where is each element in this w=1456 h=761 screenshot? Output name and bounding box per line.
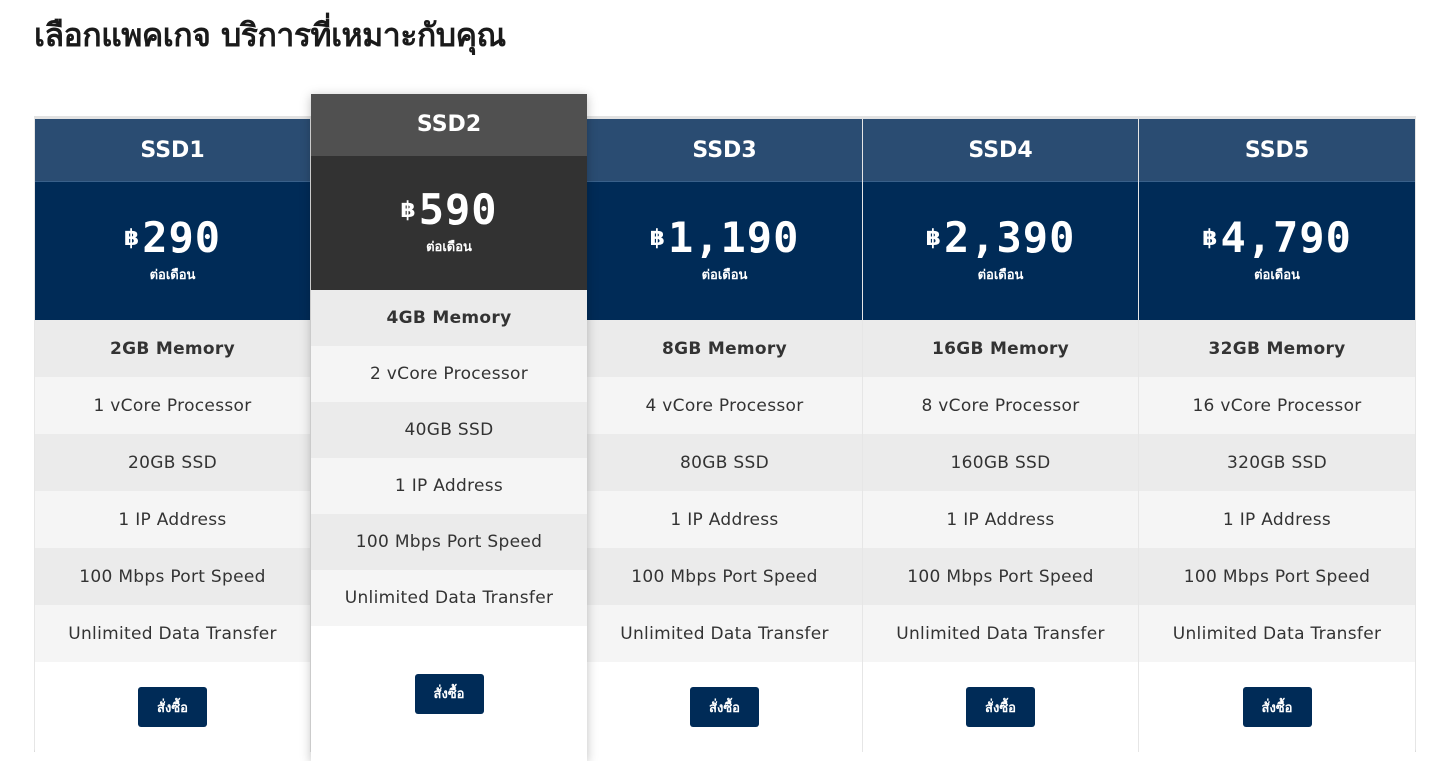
feature-memory: 8GB Memory [587, 320, 862, 377]
price-amount: 590 [418, 185, 498, 235]
feature-ip: 1 IP Address [863, 491, 1138, 548]
feature-processor: 2 vCore Processor [311, 346, 587, 403]
plan-name: SSD2 [311, 94, 587, 156]
order-button-ssd4[interactable]: สั่งซื้อ [966, 687, 1035, 727]
price-amount: 2,390 [943, 213, 1076, 262]
price-period: ต่อเดือน [977, 268, 1024, 283]
price-period: ต่อเดือน [149, 268, 196, 283]
order-area: สั่งซื้อ [587, 662, 862, 752]
feature-processor: 4 vCore Processor [587, 377, 862, 434]
order-area: สั่งซื้อ [35, 662, 310, 752]
feature-ip: 1 IP Address [587, 491, 862, 548]
price-box: ฿ 2,390 ต่อเดือน [863, 182, 1138, 320]
order-button-ssd5[interactable]: สั่งซื้อ [1242, 687, 1312, 727]
feature-storage: 20GB SSD [35, 434, 310, 491]
price-line: ฿ 2,390 [926, 217, 1076, 259]
feature-port-speed: 100 Mbps Port Speed [587, 548, 862, 605]
plan-name: SSD3 [587, 119, 862, 182]
plan-card-ssd5: SSD5 ฿ 4,790 ต่อเดือน 32GB Memory 16 vCo… [1139, 119, 1415, 752]
feature-ip: 1 IP Address [1139, 491, 1415, 548]
order-button-ssd2[interactable]: สั่งซื้อ [414, 673, 484, 714]
price-amount: 4,790 [1220, 213, 1352, 262]
feature-processor: 1 vCore Processor [35, 377, 310, 434]
feature-port-speed: 100 Mbps Port Speed [863, 548, 1138, 605]
order-area: สั่งซื้อ [1139, 662, 1415, 752]
feature-memory: 16GB Memory [863, 320, 1138, 377]
plan-card-ssd3: SSD3 ฿ 1,190 ต่อเดือน 8GB Memory 4 vCore… [587, 119, 863, 752]
plan-name: SSD1 [35, 119, 310, 182]
price-line: ฿ 1,190 [650, 217, 800, 259]
price-line: ฿ 4,790 [1202, 217, 1352, 259]
feature-data-transfer: Unlimited Data Transfer [1139, 605, 1415, 662]
feature-ip: 1 IP Address [35, 491, 310, 548]
plan-card-ssd4: SSD4 ฿ 2,390 ต่อเดือน 16GB Memory 8 vCor… [863, 119, 1139, 752]
plan-card-ssd1: SSD1 ฿ 290 ต่อเดือน 2GB Memory 1 vCore P… [35, 119, 311, 752]
pricing-page: เลือกแพคเกจ บริการที่เหมาะกับคุณ SSD1 ฿ … [0, 0, 1456, 761]
feature-data-transfer: Unlimited Data Transfer [863, 605, 1138, 662]
price-line: ฿ 290 [124, 217, 221, 259]
feature-port-speed: 100 Mbps Port Speed [311, 514, 587, 571]
currency-symbol: ฿ [123, 226, 140, 251]
currency-symbol: ฿ [649, 226, 665, 251]
feature-memory: 2GB Memory [35, 320, 310, 377]
price-box: ฿ 4,790 ต่อเดือน [1139, 182, 1415, 320]
price-amount: 1,190 [667, 213, 800, 262]
currency-symbol: ฿ [1202, 226, 1218, 251]
price-period: ต่อเดือน [701, 268, 748, 283]
order-area: สั่งซื้อ [311, 626, 587, 761]
currency-symbol: ฿ [925, 226, 941, 251]
currency-symbol: ฿ [400, 198, 416, 224]
feature-storage: 320GB SSD [1139, 434, 1415, 491]
feature-ip: 1 IP Address [311, 458, 587, 515]
feature-data-transfer: Unlimited Data Transfer [35, 605, 310, 662]
plan-card-ssd2-featured: SSD2 ฿ 590 ต่อเดือน 4GB Memory 2 vCore P… [311, 94, 587, 761]
feature-port-speed: 100 Mbps Port Speed [1139, 548, 1415, 605]
price-amount: 290 [142, 213, 222, 262]
feature-processor: 16 vCore Processor [1139, 377, 1415, 434]
price-box: ฿ 290 ต่อเดือน [35, 182, 310, 320]
plan-name: SSD4 [863, 119, 1138, 182]
price-period: ต่อเดือน [426, 240, 472, 256]
feature-data-transfer: Unlimited Data Transfer [587, 605, 862, 662]
feature-storage: 40GB SSD [311, 402, 587, 459]
order-button-ssd3[interactable]: สั่งซื้อ [690, 687, 759, 727]
price-period: ต่อเดือน [1254, 268, 1300, 283]
order-area: สั่งซื้อ [863, 662, 1138, 752]
feature-port-speed: 100 Mbps Port Speed [35, 548, 310, 605]
order-button-ssd1[interactable]: สั่งซื้อ [138, 687, 207, 727]
feature-processor: 8 vCore Processor [863, 377, 1138, 434]
price-box: ฿ 590 ต่อเดือน [311, 155, 587, 291]
page-title: เลือกแพคเกจ บริการที่เหมาะกับคุณ [34, 16, 506, 54]
price-box: ฿ 1,190 ต่อเดือน [587, 182, 862, 320]
feature-storage: 80GB SSD [587, 434, 862, 491]
plan-name: SSD5 [1139, 119, 1415, 182]
price-line: ฿ 590 [400, 189, 497, 231]
feature-data-transfer: Unlimited Data Transfer [311, 570, 587, 627]
feature-storage: 160GB SSD [863, 434, 1138, 491]
feature-memory: 32GB Memory [1139, 320, 1415, 377]
feature-memory: 4GB Memory [311, 290, 587, 347]
